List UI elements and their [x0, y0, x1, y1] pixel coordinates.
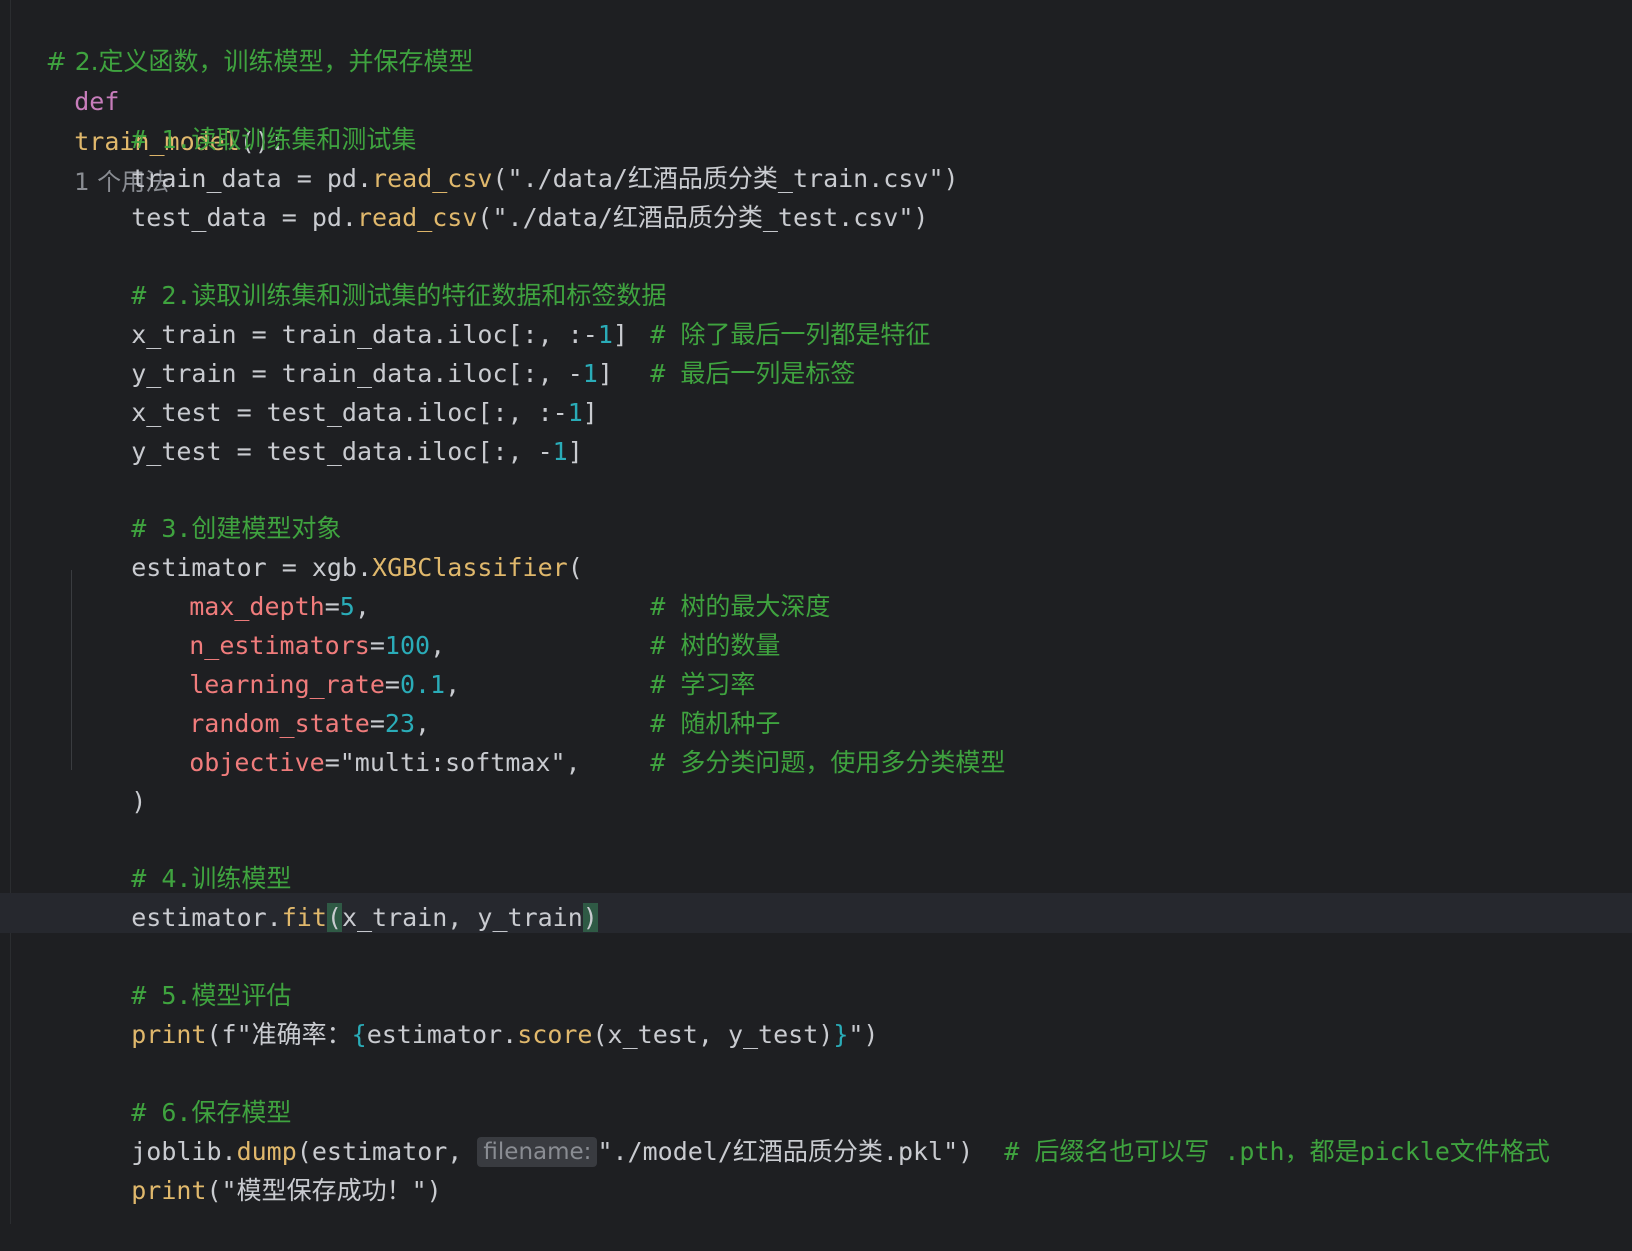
code-line[interactable]: x_train = train_data.iloc[:, :-1] — [71, 275, 628, 349]
string-literal: ("./data/红酒品质分类_test.csv") — [477, 203, 929, 232]
code-line[interactable]: y_test = test_data.iloc[:, -1] — [71, 392, 583, 466]
trailing-comment: # 除了最后一列都是特征 — [590, 275, 930, 349]
code-line[interactable]: print(f"准确率：{estimator.score(x_test, y_t… — [71, 975, 878, 1049]
code-text: x_train, y_train — [341, 903, 583, 932]
method-name: read_csv — [357, 203, 478, 232]
comment-line: # 5.模型评估 — [71, 936, 291, 1010]
param-name: objective — [189, 748, 325, 777]
code-line-current[interactable]: estimator.fit(x_train, y_train) — [71, 858, 598, 932]
string-literal: (f"准确率： — [206, 1020, 352, 1049]
comment-text: # 最后一列是标签 — [650, 359, 856, 388]
param-line[interactable]: max_depth=5, — [129, 547, 370, 621]
code-line[interactable]: x_test = test_data.iloc[:, :-1] — [71, 353, 598, 427]
comment-line: # 3.创建模型对象 — [71, 469, 341, 543]
string-literal: ") — [848, 1020, 879, 1049]
string-literal: ("模型保存成功！") — [206, 1176, 442, 1205]
code-text: ] — [567, 437, 583, 466]
trailing-comment: # 树的数量 — [590, 586, 780, 660]
editor-gutter-border — [10, 0, 11, 1224]
comment-line: # 2.定义函数，训练模型，并保存模型 — [14, 2, 474, 76]
code-punct: , — [565, 748, 581, 777]
param-line[interactable]: learning_rate=0.1, — [129, 625, 460, 699]
code-text: test_data = pd. — [131, 203, 357, 232]
comment-text: # 多分类问题，使用多分类模型 — [650, 748, 1006, 777]
parameter-name-hint: filename: — [477, 1137, 598, 1167]
code-line-def[interactable]: def train_model(): 1 个用法 — [14, 42, 285, 196]
matched-paren-open: ( — [326, 903, 342, 932]
trailing-comment: # 多分类问题，使用多分类模型 — [590, 703, 1005, 777]
trailing-comment: # 后缀名也可以写 .pth，都是pickle文件格式 — [944, 1092, 1550, 1166]
code-line[interactable]: joblib.dump(estimator, filename: "./model… — [71, 1092, 973, 1167]
param-line[interactable]: objective="multi:softmax", — [129, 703, 580, 777]
code-line[interactable]: print("模型保存成功！") — [71, 1131, 441, 1205]
builtin-print: print — [131, 1020, 207, 1049]
comment-line: # 1.读取训练集和测试集 — [71, 80, 416, 154]
code-punct: = — [324, 748, 340, 777]
comment-line: # 6.保存模型 — [71, 1053, 291, 1127]
code-text: (x_test, y_test) — [592, 1020, 834, 1049]
trailing-comment: # 随机种子 — [590, 664, 780, 738]
string-literal: "./model/红酒品质分类.pkl") — [597, 1137, 974, 1166]
code-punct: ) — [131, 787, 147, 816]
code-line[interactable]: train_data = pd.read_csv("./data/红酒品质分类_… — [71, 119, 958, 193]
trailing-comment: # 树的最大深度 — [590, 547, 830, 621]
comment-line: # 4.训练模型 — [71, 819, 291, 893]
comment-text: # 后缀名也可以写 .pth，都是pickle文件格式 — [1004, 1137, 1550, 1166]
code-line[interactable]: test_data = pd.read_csv("./data/红酒品质分类_t… — [71, 158, 928, 232]
method-name: score — [517, 1020, 593, 1049]
code-punct: , — [445, 670, 461, 699]
class-name: XGBClassifier — [372, 553, 568, 582]
code-line[interactable]: estimator = xgb.XGBClassifier( — [71, 508, 583, 582]
fstring-brace-close: } — [833, 1020, 849, 1049]
code-line[interactable]: y_train = train_data.iloc[:, -1] — [71, 314, 613, 388]
string-literal: "multi:softmax" — [339, 748, 566, 777]
matched-paren-close: ) — [582, 903, 598, 932]
trailing-comment: # 最后一列是标签 — [590, 314, 855, 388]
code-line[interactable]: ) — [71, 742, 146, 816]
fstring-brace-open: { — [351, 1020, 367, 1049]
param-line[interactable]: n_estimators=100, — [129, 586, 445, 660]
trailing-comment: # 学习率 — [590, 625, 755, 699]
code-text: estimator. — [131, 903, 282, 932]
code-text: y_test = test_data.iloc[:, - — [131, 437, 553, 466]
method-name: fit — [281, 903, 327, 932]
code-text: estimator. — [366, 1020, 518, 1049]
number-literal: 1 — [552, 437, 568, 466]
builtin-print: print — [131, 1176, 207, 1205]
comment-line: # 2.读取训练集和测试集的特征数据和标签数据 — [71, 236, 666, 310]
code-punct: ( — [567, 553, 583, 582]
param-line[interactable]: random_state=23, — [129, 664, 430, 738]
code-text: ] — [582, 398, 598, 427]
